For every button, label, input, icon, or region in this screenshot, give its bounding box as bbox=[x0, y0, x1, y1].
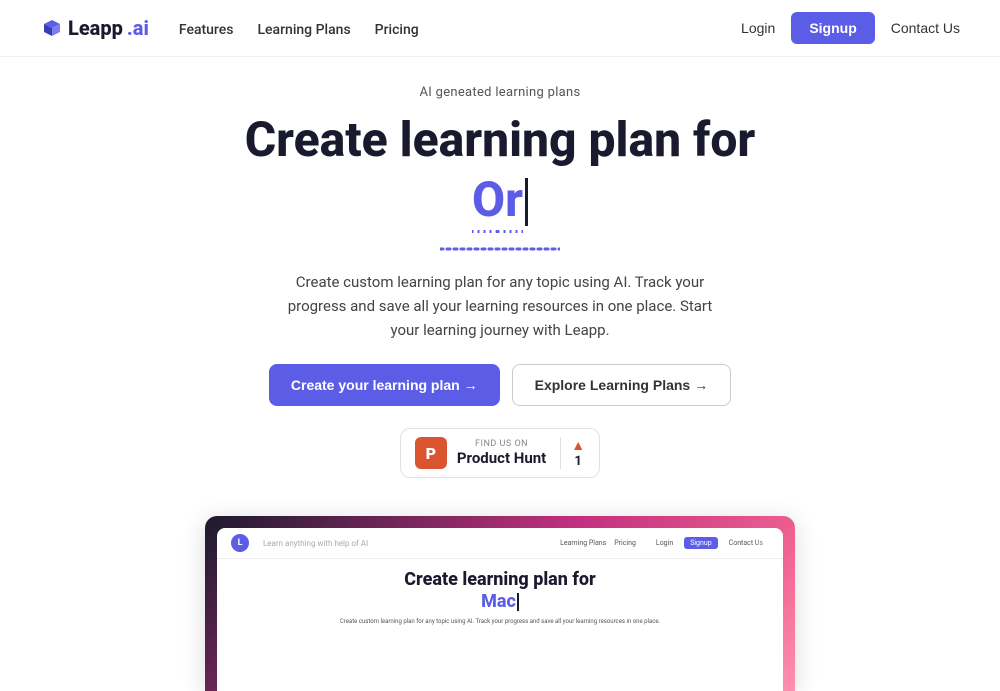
video-hero-desc: Create custom learning plan for any topi… bbox=[237, 617, 763, 626]
logo[interactable]: Leapp.ai bbox=[40, 16, 149, 40]
product-hunt-upvotes: ▲ 1 bbox=[560, 437, 585, 469]
video-nav-links-small: Learning Plans Pricing bbox=[560, 539, 636, 547]
dotted-underline bbox=[440, 237, 560, 256]
video-inner: L Learn anything with help of AI Learnin… bbox=[217, 528, 783, 691]
video-share-button[interactable] bbox=[757, 532, 777, 552]
cta-buttons: Create your learning plan → Explore Lear… bbox=[269, 364, 731, 406]
hero-description: Create custom learning plan for any topi… bbox=[280, 270, 720, 342]
video-content: Create learning plan for Mac Create cust… bbox=[217, 559, 783, 636]
upvote-arrow-icon: ▲ bbox=[571, 437, 585, 454]
video-login-btn: Login bbox=[650, 537, 679, 549]
nav-pricing[interactable]: Pricing bbox=[375, 22, 419, 38]
logo-icon bbox=[40, 16, 64, 40]
navbar: Leapp.ai Features Learning Plans Pricing… bbox=[0, 0, 1000, 57]
hero-section: AI geneated learning plans Create learni… bbox=[0, 57, 1000, 516]
video-hero-title: Create learning plan for Mac bbox=[237, 569, 763, 612]
signup-button[interactable]: Signup bbox=[791, 12, 874, 44]
navbar-left: Leapp.ai Features Learning Plans Pricing bbox=[40, 16, 419, 40]
hero-title: Create learning plan for bbox=[245, 112, 756, 167]
video-hero-word: Mac bbox=[481, 591, 516, 612]
login-button[interactable]: Login bbox=[741, 20, 775, 36]
video-navbar: L Learn anything with help of AI Learnin… bbox=[217, 528, 783, 559]
hero-tag: AI geneated learning plans bbox=[419, 85, 580, 100]
video-nav-link-2: Pricing bbox=[614, 539, 636, 547]
navbar-right: Login Signup Contact Us bbox=[741, 12, 960, 44]
logo-leapp-text: Leapp bbox=[68, 16, 123, 40]
hero-title-line2: Or bbox=[472, 171, 528, 233]
explore-plans-button[interactable]: Explore Learning Plans → bbox=[512, 364, 732, 406]
nav-links: Features Learning Plans Pricing bbox=[179, 19, 419, 38]
contact-button[interactable]: Contact Us bbox=[891, 20, 960, 36]
logo-ai-text: .ai bbox=[127, 16, 149, 40]
hero-animated-word: Or bbox=[472, 171, 523, 233]
video-nav-text: Learn anything with help of AI bbox=[263, 539, 546, 548]
upvote-count: 1 bbox=[574, 454, 581, 469]
create-plan-button[interactable]: Create your learning plan → bbox=[269, 364, 500, 406]
video-preview: L Learn anything with help of AI Learnin… bbox=[205, 516, 795, 691]
product-hunt-name: Product Hunt bbox=[457, 449, 546, 467]
video-preview-wrapper: L Learn anything with help of AI Learnin… bbox=[0, 516, 1000, 691]
product-hunt-text: FIND US ON Product Hunt bbox=[457, 439, 546, 467]
product-hunt-logo: P bbox=[415, 437, 447, 469]
nav-features[interactable]: Features bbox=[179, 22, 234, 38]
text-cursor bbox=[525, 178, 528, 226]
video-signup-btn: Signup bbox=[684, 537, 717, 549]
product-hunt-badge[interactable]: P FIND US ON Product Hunt ▲ 1 bbox=[400, 428, 600, 478]
video-logo: L bbox=[231, 534, 249, 552]
product-hunt-find-us: FIND US ON bbox=[457, 439, 546, 449]
video-nav-btns: Login Signup Contact Us bbox=[650, 537, 769, 549]
video-nav-link-1: Learning Plans bbox=[560, 539, 606, 547]
nav-learning-plans[interactable]: Learning Plans bbox=[257, 22, 350, 38]
